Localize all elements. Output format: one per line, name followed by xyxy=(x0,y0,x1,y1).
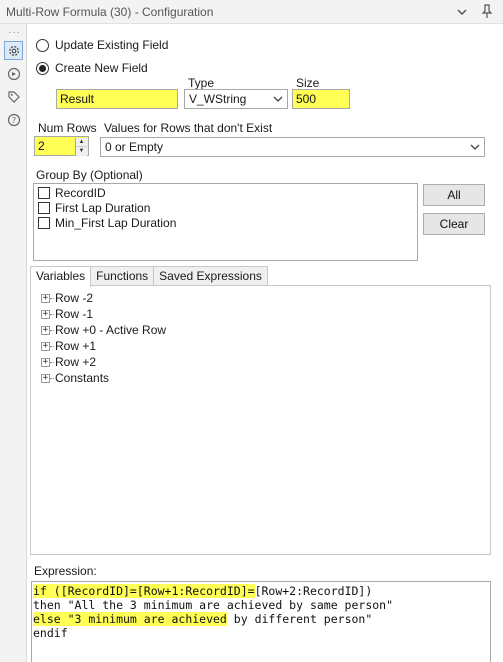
tree-item-label: Row -2 xyxy=(55,291,94,305)
code-highlight: else "3 minimum are achieved xyxy=(33,612,227,626)
tree-item-row-minus-1[interactable]: + Row -1 xyxy=(41,307,93,321)
list-item-label: Min_First Lap Duration xyxy=(55,216,177,230)
tab-variables[interactable]: Variables xyxy=(30,266,92,287)
radio-button-selected[interactable] xyxy=(36,61,49,75)
tree-item-row-0-active[interactable]: + Row +0 - Active Row xyxy=(41,323,166,337)
expand-icon[interactable]: + xyxy=(41,325,50,335)
values-for-missing-rows-label: Values for Rows that don't Exist xyxy=(104,121,273,135)
group-by-item-recordid[interactable]: RecordID xyxy=(38,186,106,200)
group-by-item-first-lap-duration[interactable]: First Lap Duration xyxy=(38,201,150,215)
code-highlight: if ([RecordID]=[Row+1:RecordID]= xyxy=(33,584,255,598)
code-line: endif xyxy=(33,626,489,640)
list-item-label: First Lap Duration xyxy=(55,201,151,215)
chevron-down-icon xyxy=(273,96,283,102)
svg-text:?: ? xyxy=(11,116,15,125)
tag-icon[interactable] xyxy=(4,87,23,106)
tree-item-row-plus-2[interactable]: + Row +2 xyxy=(41,355,96,369)
tree-item-row-plus-1[interactable]: + Row +1 xyxy=(41,339,96,353)
expand-icon[interactable]: + xyxy=(41,357,50,367)
code-text: [Row+2:RecordID]) xyxy=(254,584,373,598)
tree-item-label: Row +0 - Active Row xyxy=(55,323,167,337)
code-text: then "All the 3 minimum are achieved by … xyxy=(33,598,394,612)
update-existing-field-radio[interactable]: Update Existing Field xyxy=(36,38,168,52)
group-by-list[interactable]: RecordID First Lap Duration Min_First La… xyxy=(33,183,418,261)
sidebar-grip[interactable]: ··· xyxy=(8,27,21,38)
expand-icon[interactable]: + xyxy=(41,309,50,319)
type-label: Type xyxy=(188,76,215,90)
code-text: by different person" xyxy=(226,612,373,626)
tree-item-label: Row +2 xyxy=(55,355,97,369)
values-for-missing-rows-select[interactable]: 0 or Empty xyxy=(100,137,485,157)
compass-icon[interactable] xyxy=(4,64,23,83)
num-rows-label: Num Rows xyxy=(38,121,97,135)
radio-button[interactable] xyxy=(36,38,49,52)
field-name-input[interactable] xyxy=(56,89,178,109)
checkbox[interactable] xyxy=(38,202,50,214)
code-line: else "3 minimum are achieved by differen… xyxy=(33,612,489,626)
help-icon[interactable]: ? xyxy=(4,110,23,129)
expression-editor[interactable]: if ([RecordID]=[Row+1:RecordID]=[Row+2:R… xyxy=(31,581,491,662)
tab-functions[interactable]: Functions xyxy=(90,266,155,286)
chevron-down-icon[interactable] xyxy=(455,5,469,19)
gear-icon[interactable] xyxy=(4,41,23,60)
tree-item-label: Constants xyxy=(55,371,110,385)
all-button[interactable]: All xyxy=(423,184,485,206)
variables-tree: + Row -2 + Row -1 + Row +0 - Active Row … xyxy=(30,285,491,555)
pin-icon[interactable] xyxy=(480,3,494,19)
checkbox[interactable] xyxy=(38,217,50,229)
clear-button[interactable]: Clear xyxy=(423,213,485,235)
code-text: endif xyxy=(33,626,68,640)
group-by-item-min-first-lap-duration[interactable]: Min_First Lap Duration xyxy=(38,216,176,230)
expand-icon[interactable]: + xyxy=(41,373,50,383)
expand-icon[interactable]: + xyxy=(41,341,50,351)
values-for-missing-rows-value: 0 or Empty xyxy=(105,140,164,154)
spin-buttons[interactable]: ▲ ▼ xyxy=(75,138,87,156)
chevron-down-icon xyxy=(470,144,480,150)
code-line: if ([RecordID]=[Row+1:RecordID]=[Row+2:R… xyxy=(33,584,489,598)
configuration-panel: Update Existing Field Create New Field T… xyxy=(28,24,503,662)
num-rows-value: 2 xyxy=(38,139,45,153)
group-by-label: Group By (Optional) xyxy=(36,168,143,182)
title-bar: Multi-Row Formula (30) - Configuration xyxy=(0,0,503,24)
type-value: V_WString xyxy=(189,92,247,106)
type-select[interactable]: V_WString xyxy=(184,89,288,109)
list-item-label: RecordID xyxy=(55,186,106,200)
checkbox[interactable] xyxy=(38,187,50,199)
size-input[interactable] xyxy=(292,89,350,109)
tree-item-label: Row +1 xyxy=(55,339,97,353)
spin-up-icon[interactable]: ▲ xyxy=(76,138,87,147)
expression-label: Expression: xyxy=(34,564,97,578)
code-line: then "All the 3 minimum are achieved by … xyxy=(33,598,489,612)
create-new-field-radio[interactable]: Create New Field xyxy=(36,61,148,75)
tab-bar: Variables Functions Saved Expressions xyxy=(30,266,268,287)
tree-item-row-minus-2[interactable]: + Row -2 xyxy=(41,291,93,305)
window-title: Multi-Row Formula (30) - Configuration xyxy=(6,5,214,19)
create-new-field-label: Create New Field xyxy=(55,61,148,75)
sidebar: ··· ? xyxy=(0,24,27,662)
tab-saved-expressions[interactable]: Saved Expressions xyxy=(153,266,268,286)
update-existing-field-label: Update Existing Field xyxy=(55,38,169,52)
spin-down-icon[interactable]: ▼ xyxy=(76,147,87,156)
tree-item-constants[interactable]: + Constants xyxy=(41,371,109,385)
tree-item-label: Row -1 xyxy=(55,307,94,321)
num-rows-stepper[interactable]: 2 ▲ ▼ xyxy=(34,136,89,156)
expand-icon[interactable]: + xyxy=(41,293,50,303)
size-label: Size xyxy=(296,76,320,90)
